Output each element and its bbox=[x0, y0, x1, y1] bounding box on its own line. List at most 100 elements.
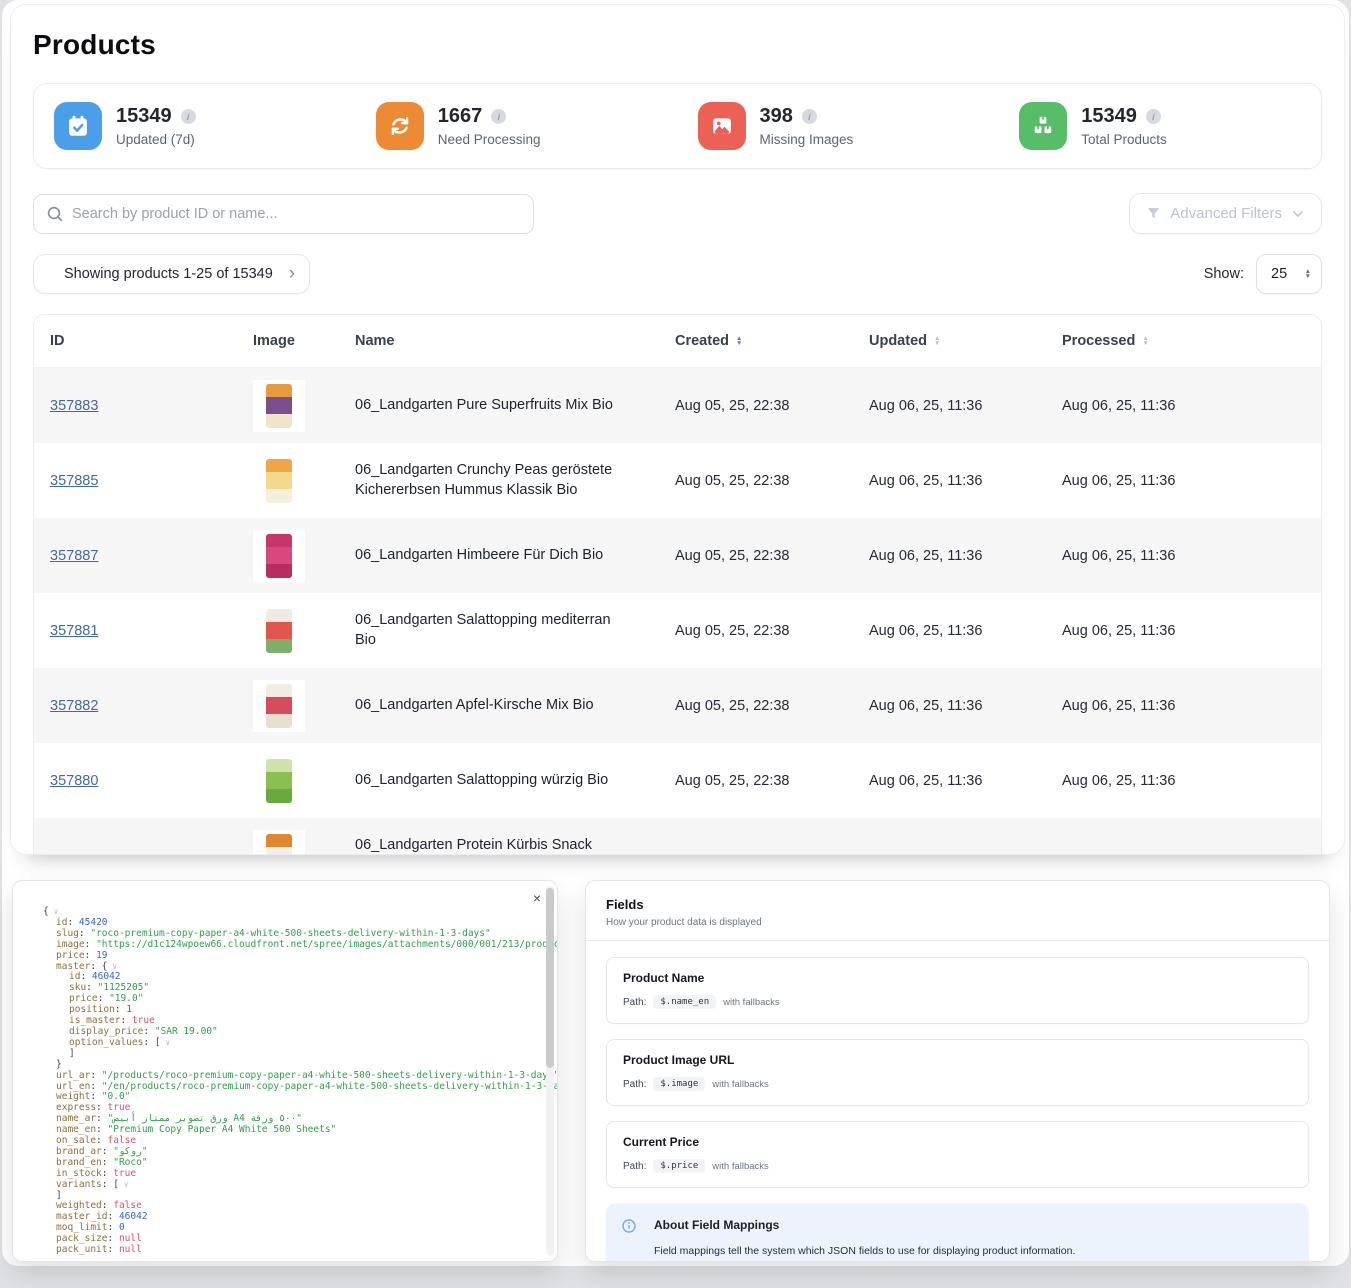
path-chip: $.name_en bbox=[653, 995, 716, 1009]
cell-updated: Aug 06, 25, 11:36 bbox=[869, 548, 1062, 564]
json-viewer-panel: × { ∨id: 45420slug: "roco-premium-copy-p… bbox=[12, 880, 558, 1262]
column-header-updated[interactable]: Updated ▲▼ bbox=[869, 333, 1062, 349]
cell-updated: Aug 06, 25, 11:36 bbox=[869, 473, 1062, 489]
product-image bbox=[266, 534, 292, 578]
product-name: 06_Landgarten Salattopping mediterran Bi… bbox=[355, 611, 675, 649]
cell-updated: Aug 06, 25, 11:36 bbox=[869, 623, 1062, 639]
products-table: ID Image Name Created ▲▼ Updated ▲▼ Proc… bbox=[33, 314, 1322, 855]
product-name: 06_Landgarten Protein Kürbis Snack würzi… bbox=[355, 836, 675, 855]
info-icon[interactable]: i bbox=[1146, 109, 1161, 124]
fallbacks-label: with fallbacks bbox=[712, 1161, 769, 1172]
stat-total-products-label: Total Products bbox=[1081, 132, 1167, 147]
info-icon[interactable]: i bbox=[181, 109, 196, 124]
stat-need-processing-value: 1667 bbox=[438, 105, 483, 128]
table-row[interactable]: 357887 06_Landgarten Himbeere Für Dich B… bbox=[34, 518, 1321, 593]
fields-title: Fields bbox=[606, 897, 1309, 912]
table-row[interactable]: 357881 06_Landgarten Salattopping medite… bbox=[34, 593, 1321, 668]
product-thumbnail bbox=[253, 755, 305, 807]
column-header-id[interactable]: ID bbox=[34, 333, 253, 349]
table-row[interactable]: 357882 06_Landgarten Apfel-Kirsche Mix B… bbox=[34, 668, 1321, 743]
product-name: 06_Landgarten Apfel-Kirsche Mix Bio bbox=[355, 696, 675, 715]
product-image bbox=[266, 459, 292, 503]
row-id-link[interactable]: 357887 bbox=[50, 548, 98, 564]
stepper-icon: ▲▼ bbox=[1305, 269, 1311, 280]
product-thumbnail bbox=[253, 530, 305, 582]
row-id-link[interactable]: 357882 bbox=[50, 698, 98, 714]
product-image bbox=[266, 684, 292, 728]
app-window: Products 15349i Updated (7d) 1667i Need … bbox=[2, 0, 1349, 1266]
stat-need-processing: 1667i Need Processing bbox=[356, 102, 678, 150]
cell-updated: Aug 06, 25, 11:36 bbox=[869, 773, 1062, 789]
column-header-name[interactable]: Name bbox=[355, 333, 675, 349]
path-label: Path: bbox=[623, 1161, 646, 1172]
table-row[interactable]: 357883 06_Landgarten Pure Superfruits Mi… bbox=[34, 368, 1321, 443]
page-title: Products bbox=[33, 29, 1322, 61]
cell-created: Aug 05, 25, 22:38 bbox=[675, 698, 869, 714]
page-size-select[interactable]: 25 ▲▼ bbox=[1256, 254, 1322, 294]
calendar-check-icon bbox=[54, 102, 102, 150]
product-image bbox=[266, 609, 292, 653]
info-icon[interactable]: i bbox=[491, 109, 506, 124]
table-row[interactable]: 357885 06_Landgarten Crunchy Peas geröst… bbox=[34, 443, 1321, 518]
about-field-mappings-box: About Field Mappings Field mappings tell… bbox=[606, 1203, 1309, 1262]
stat-total-products: 15349 i Total Products bbox=[999, 102, 1321, 150]
products-panel: Products 15349i Updated (7d) 1667i Need … bbox=[10, 4, 1345, 855]
row-id-link[interactable]: 357883 bbox=[50, 398, 98, 414]
product-thumbnail bbox=[253, 830, 305, 856]
cell-processed: Aug 06, 25, 11:36 bbox=[1062, 473, 1321, 489]
showing-products-label: Showing products 1-25 of 15349 bbox=[64, 266, 273, 282]
funnel-icon bbox=[1146, 206, 1161, 221]
table-row[interactable]: 357880 06_Landgarten Salattopping würzig… bbox=[34, 743, 1321, 818]
row-id-link[interactable]: 357880 bbox=[50, 773, 98, 789]
cell-processed: Aug 06, 25, 11:36 bbox=[1062, 548, 1321, 564]
stat-missing-images: 398 i Missing Images bbox=[678, 102, 1000, 150]
path-chip: $.image bbox=[653, 1077, 705, 1091]
product-thumbnail bbox=[253, 455, 305, 507]
field-card-product-name: Product Name Path: $.name_en with fallba… bbox=[606, 957, 1309, 1024]
sort-icon: ▲▼ bbox=[1142, 336, 1148, 347]
search-box bbox=[33, 194, 534, 234]
path-label: Path: bbox=[623, 997, 646, 1008]
search-input[interactable] bbox=[72, 206, 521, 222]
boxes-icon bbox=[1019, 102, 1067, 150]
stat-total-products-value: 15349 bbox=[1081, 105, 1137, 128]
product-thumbnail bbox=[253, 605, 305, 657]
json-content[interactable]: { ∨id: 45420slug: "roco-premium-copy-pap… bbox=[33, 907, 539, 1256]
product-name: 06_Landgarten Crunchy Peas geröstete Kic… bbox=[355, 461, 675, 499]
stats-bar: 15349i Updated (7d) 1667i Need Processin… bbox=[33, 83, 1322, 169]
fields-panel: Fields How your product data is displaye… bbox=[585, 880, 1330, 1262]
field-card-product-image-url: Product Image URL Path: $.image with fal… bbox=[606, 1039, 1309, 1106]
showing-products-button[interactable]: Showing products 1-25 of 15349 › bbox=[33, 254, 310, 294]
stat-missing-images-label: Missing Images bbox=[760, 132, 854, 147]
product-image bbox=[266, 759, 292, 803]
page-size-value: 25 bbox=[1271, 266, 1287, 282]
column-header-processed[interactable]: Processed ▲▼ bbox=[1062, 333, 1321, 349]
about-field-mappings-body: Field mappings tell the system which JSO… bbox=[654, 1245, 1291, 1257]
advanced-filters-button[interactable]: Advanced Filters bbox=[1129, 193, 1322, 234]
row-id-link[interactable]: 357881 bbox=[50, 623, 98, 639]
cell-created: Aug 05, 25, 22:38 bbox=[675, 398, 869, 414]
table-row[interactable]: 06_Landgarten Protein Kürbis Snack würzi… bbox=[34, 818, 1321, 855]
cell-created: Aug 05, 25, 22:38 bbox=[675, 623, 869, 639]
divider bbox=[586, 940, 1329, 941]
product-image bbox=[266, 834, 292, 856]
info-icon[interactable]: i bbox=[802, 109, 817, 124]
cell-created: Aug 05, 25, 22:38 bbox=[675, 473, 869, 489]
sort-icon: ▲▼ bbox=[736, 336, 742, 347]
row-id-link[interactable]: 357885 bbox=[50, 473, 98, 489]
table-body: 357883 06_Landgarten Pure Superfruits Mi… bbox=[34, 368, 1321, 855]
path-chip: $.price bbox=[653, 1159, 705, 1173]
stat-updated: 15349i Updated (7d) bbox=[34, 102, 356, 150]
column-header-created[interactable]: Created ▲▼ bbox=[675, 333, 869, 349]
sort-icon: ▲▼ bbox=[934, 336, 940, 347]
column-header-image[interactable]: Image bbox=[253, 333, 355, 349]
product-thumbnail bbox=[253, 680, 305, 732]
product-name: 06_Landgarten Salattopping würzig Bio bbox=[355, 771, 675, 790]
scrollbar-thumb[interactable] bbox=[546, 888, 554, 1068]
stat-missing-images-value: 398 bbox=[760, 105, 793, 128]
about-field-mappings-title: About Field Mappings bbox=[654, 1218, 1291, 1232]
advanced-filters-label: Advanced Filters bbox=[1170, 205, 1282, 222]
close-icon[interactable]: × bbox=[533, 891, 541, 905]
cell-created: Aug 05, 25, 22:38 bbox=[675, 773, 869, 789]
table-header: ID Image Name Created ▲▼ Updated ▲▼ Proc… bbox=[34, 315, 1321, 368]
